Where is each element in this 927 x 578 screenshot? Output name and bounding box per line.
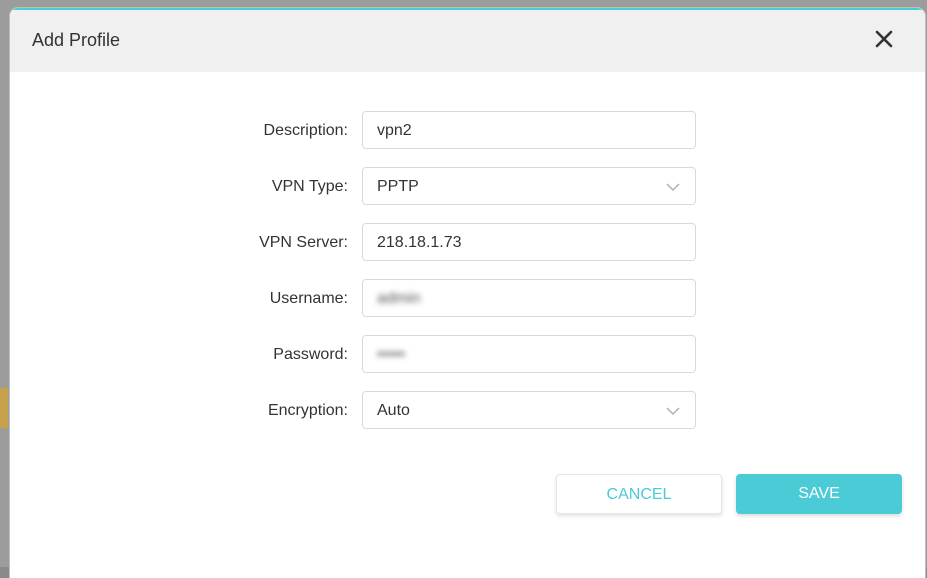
vpn-server-input[interactable]: 218.18.1.73 <box>362 223 696 261</box>
chevron-down-icon <box>665 404 681 418</box>
encryption-row: Encryption: Auto <box>10 391 925 431</box>
username-label: Username: <box>269 290 348 307</box>
chevron-down-icon <box>665 180 681 194</box>
save-button[interactable]: SAVE <box>736 474 902 514</box>
encryption-select[interactable]: Auto <box>362 391 696 429</box>
vpn-server-label: VPN Server: <box>259 234 348 251</box>
backdrop-accent <box>0 388 8 428</box>
cancel-button[interactable]: CANCEL <box>556 474 722 514</box>
description-label: Description: <box>263 122 348 139</box>
description-row: Description: vpn2 <box>10 111 925 151</box>
encryption-value: Auto <box>377 402 410 419</box>
password-value: ••••• <box>377 346 406 363</box>
dialog-header: Add Profile <box>10 8 925 72</box>
vpn-type-value: PPTP <box>377 178 419 195</box>
description-input[interactable]: vpn2 <box>362 111 696 149</box>
description-value: vpn2 <box>377 122 412 139</box>
add-profile-dialog: Add Profile Description: vpn2 VPN Type: … <box>10 8 925 578</box>
username-value: admin <box>377 290 421 307</box>
vpn-type-row: VPN Type: PPTP <box>10 167 925 207</box>
vpn-server-row: VPN Server: 218.18.1.73 <box>10 223 925 263</box>
username-input[interactable]: admin <box>362 279 696 317</box>
vpn-type-label: VPN Type: <box>271 178 348 195</box>
close-icon <box>871 26 897 52</box>
password-input[interactable]: ••••• <box>362 335 696 373</box>
password-row: Password: ••••• <box>10 335 925 375</box>
dialog-title: Add Profile <box>32 30 121 50</box>
password-label: Password: <box>273 346 348 363</box>
username-row: Username: admin <box>10 279 925 319</box>
encryption-label: Encryption: <box>267 402 348 419</box>
vpn-type-select[interactable]: PPTP <box>362 167 696 205</box>
vpn-server-value: 218.18.1.73 <box>377 234 462 251</box>
close-button[interactable] <box>871 26 897 52</box>
